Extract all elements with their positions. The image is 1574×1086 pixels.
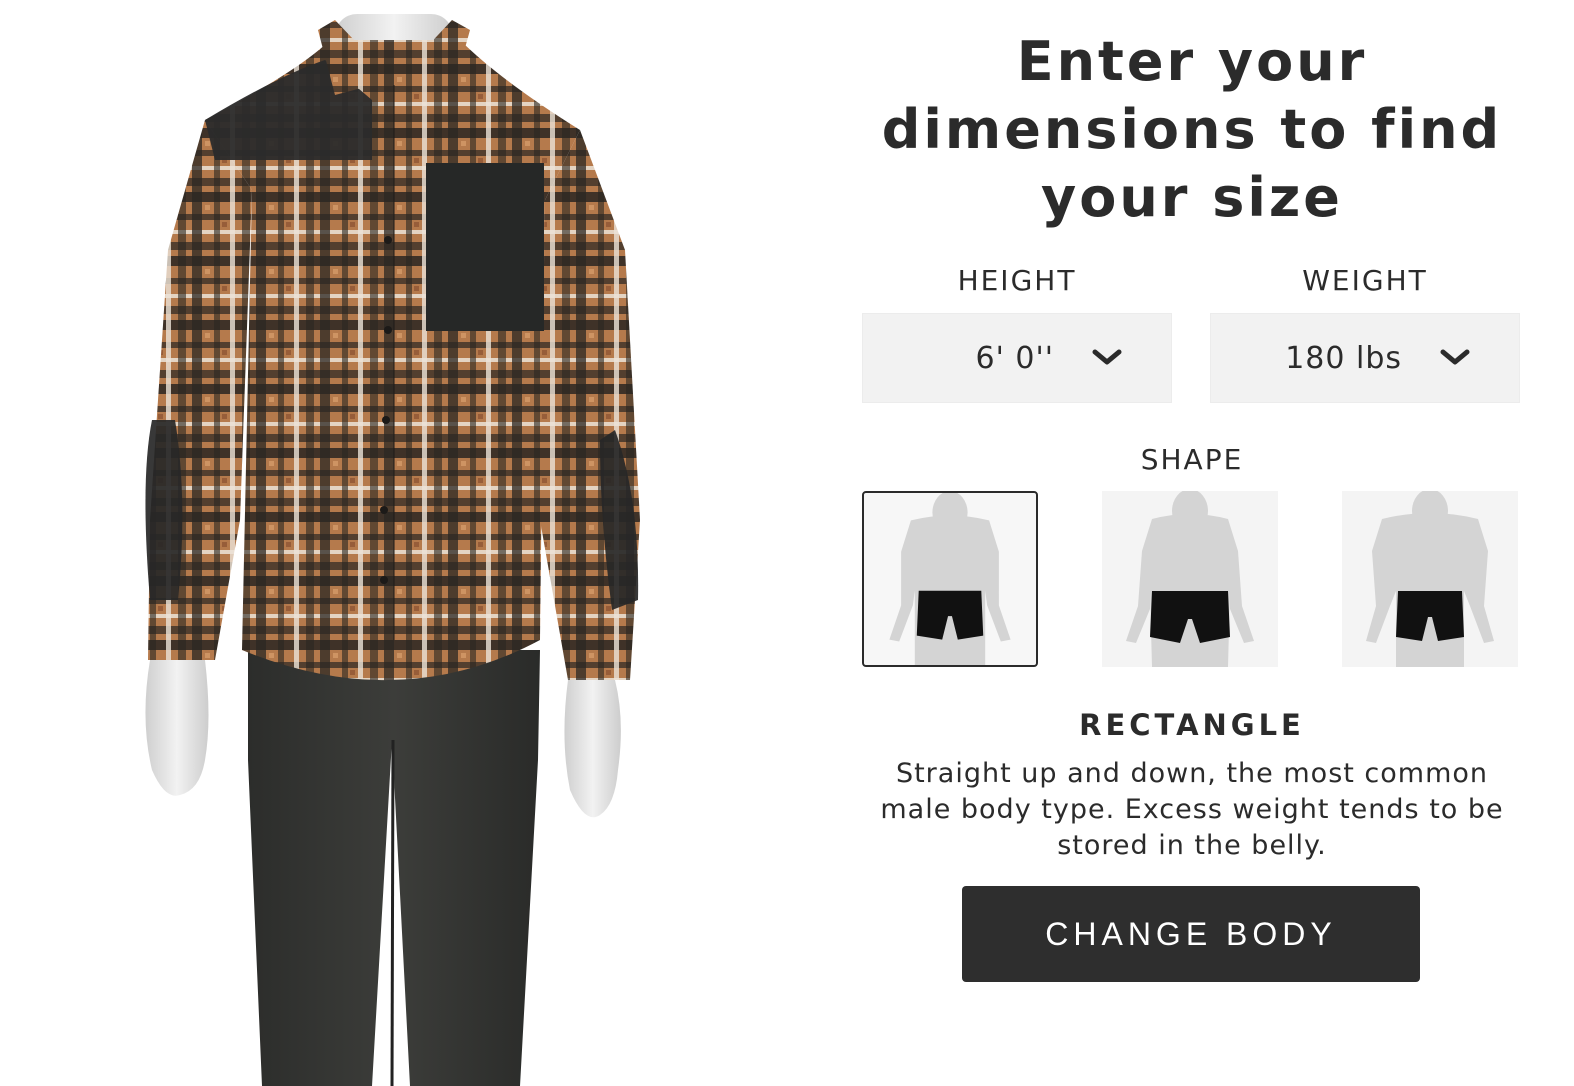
weight-label: WEIGHT (1302, 264, 1428, 297)
right-hand (564, 680, 621, 818)
change-body-button[interactable]: CHANGE BODY (962, 886, 1420, 982)
mannequin-image (145, 14, 640, 1086)
chevron-down-icon (1092, 349, 1122, 365)
shape-option-inverted-triangle[interactable] (1342, 491, 1518, 667)
left-hand (145, 660, 209, 796)
selected-shape-name: RECTANGLE (1079, 708, 1305, 742)
height-label: HEIGHT (957, 264, 1077, 297)
shape-option-rectangle[interactable] (862, 491, 1038, 667)
shape-option-triangle[interactable] (1102, 491, 1278, 667)
weight-value: 180 lbs (1285, 341, 1402, 376)
rectangle-body-icon (889, 493, 1011, 665)
inverted-triangle-body-icon (1366, 491, 1494, 667)
mannequin-preview (0, 0, 840, 1086)
triangle-body-icon (1126, 491, 1254, 667)
height-value: 6' 0'' (975, 341, 1054, 376)
shape-label: SHAPE (1140, 443, 1244, 476)
size-finder-panel: Enter your dimensions to find your size … (862, 0, 1522, 1086)
selected-shape-description: Straight up and down, the most common ma… (880, 758, 1504, 861)
height-select[interactable]: 6' 0'' (862, 313, 1172, 403)
chevron-down-icon (1440, 349, 1470, 365)
page-title: Enter your dimensions to find your size (881, 30, 1503, 229)
weight-select[interactable]: 180 lbs (1210, 313, 1520, 403)
size-finder-page: Enter your dimensions to find your size … (0, 0, 1574, 1086)
chest-patch (426, 163, 544, 331)
